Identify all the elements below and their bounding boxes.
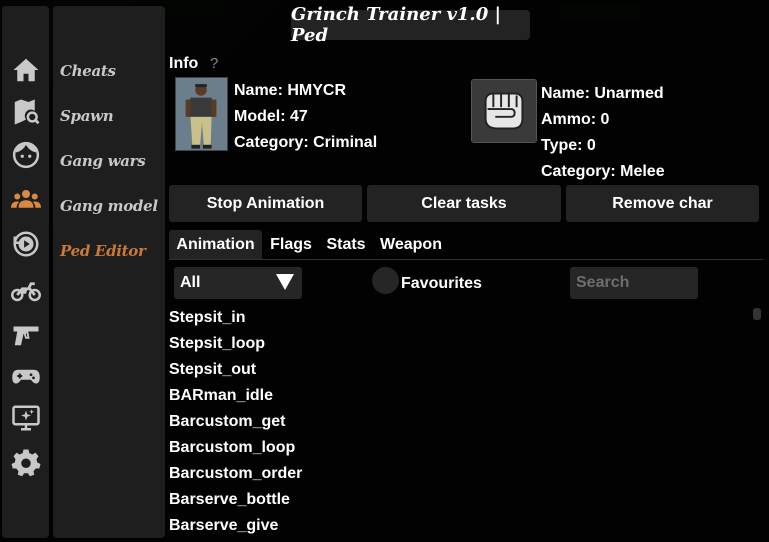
list-item[interactable]: Barcustom_order <box>169 465 749 491</box>
weapon-category: Category: Melee <box>541 163 665 180</box>
replay-icon[interactable] <box>10 228 42 260</box>
menu-item-gang-wars[interactable]: Gang wars <box>60 152 146 170</box>
home-icon[interactable] <box>10 54 42 86</box>
list-item[interactable]: BARman_idle <box>169 387 749 413</box>
pistol-icon[interactable] <box>10 318 42 350</box>
trainer-window: Cheats Spawn Gang wars Gang model Ped Ed… <box>0 0 769 542</box>
menu-item-ped-editor[interactable]: Ped Editor <box>60 242 146 260</box>
monitor-sparkle-icon[interactable] <box>10 402 42 434</box>
list-item[interactable]: Barserve_give <box>169 517 749 542</box>
info-help-icon[interactable]: ? <box>210 55 218 72</box>
category-dropdown-value: All <box>180 274 201 291</box>
dropdown-arrow-icon <box>276 274 294 290</box>
map-search-icon[interactable] <box>10 96 42 128</box>
fist-icon <box>471 79 537 143</box>
ped-portrait <box>175 77 228 151</box>
tab-flags[interactable]: Flags <box>265 230 317 260</box>
category-dropdown[interactable]: All <box>174 267 302 299</box>
ped-model: Model: 47 <box>234 108 308 125</box>
page-title: Grinch Trainer v1.0 | Ped <box>291 4 502 46</box>
tab-weapon[interactable]: Weapon <box>375 230 447 260</box>
icon-rail <box>2 6 49 538</box>
list-item[interactable]: Stepsit_loop <box>169 335 749 361</box>
menu-item-cheats[interactable]: Cheats <box>60 62 116 80</box>
tab-stats[interactable]: Stats <box>321 230 371 260</box>
list-item[interactable]: Barserve_bottle <box>169 491 749 517</box>
favourites-checkbox[interactable] <box>372 267 399 294</box>
search-input[interactable] <box>570 267 698 299</box>
info-heading: Info <box>169 55 199 72</box>
weapon-type: Type: 0 <box>541 137 596 154</box>
list-item[interactable]: Stepsit_in <box>169 309 749 335</box>
gamepad-icon[interactable] <box>10 360 42 392</box>
list-item[interactable]: Barcustom_loop <box>169 439 749 465</box>
stop-animation-button[interactable]: Stop Animation <box>169 185 362 222</box>
face-icon[interactable] <box>10 139 42 171</box>
tab-animation[interactable]: Animation <box>169 230 262 260</box>
title-bar: Grinch Trainer v1.0 | Ped <box>291 4 530 46</box>
ped-name: Name: HMYCR <box>234 82 347 99</box>
list-item[interactable]: Barcustom_get <box>169 413 749 439</box>
list-item[interactable]: Stepsit_out <box>169 361 749 387</box>
ped-category: Category: Criminal <box>234 134 378 151</box>
remove-char-button[interactable]: Remove char <box>566 185 759 222</box>
weapon-ammo: Ammo: 0 <box>541 111 610 128</box>
group-icon[interactable] <box>10 183 42 215</box>
gear-icon[interactable] <box>10 446 42 478</box>
tab-divider <box>169 259 763 260</box>
menu-item-gang-model[interactable]: Gang model <box>60 197 158 215</box>
menu-item-spawn[interactable]: Spawn <box>60 107 114 125</box>
animation-list: Stepsit_in Stepsit_loop Stepsit_out BARm… <box>169 309 749 542</box>
list-scrollbar[interactable] <box>753 308 761 320</box>
weapon-name: Name: Unarmed <box>541 85 664 102</box>
menu-panel: Cheats Spawn Gang wars Gang model Ped Ed… <box>53 6 165 538</box>
motorcycle-icon[interactable] <box>10 274 42 306</box>
clear-tasks-button[interactable]: Clear tasks <box>367 185 561 222</box>
favourites-label: Favourites <box>401 275 482 292</box>
